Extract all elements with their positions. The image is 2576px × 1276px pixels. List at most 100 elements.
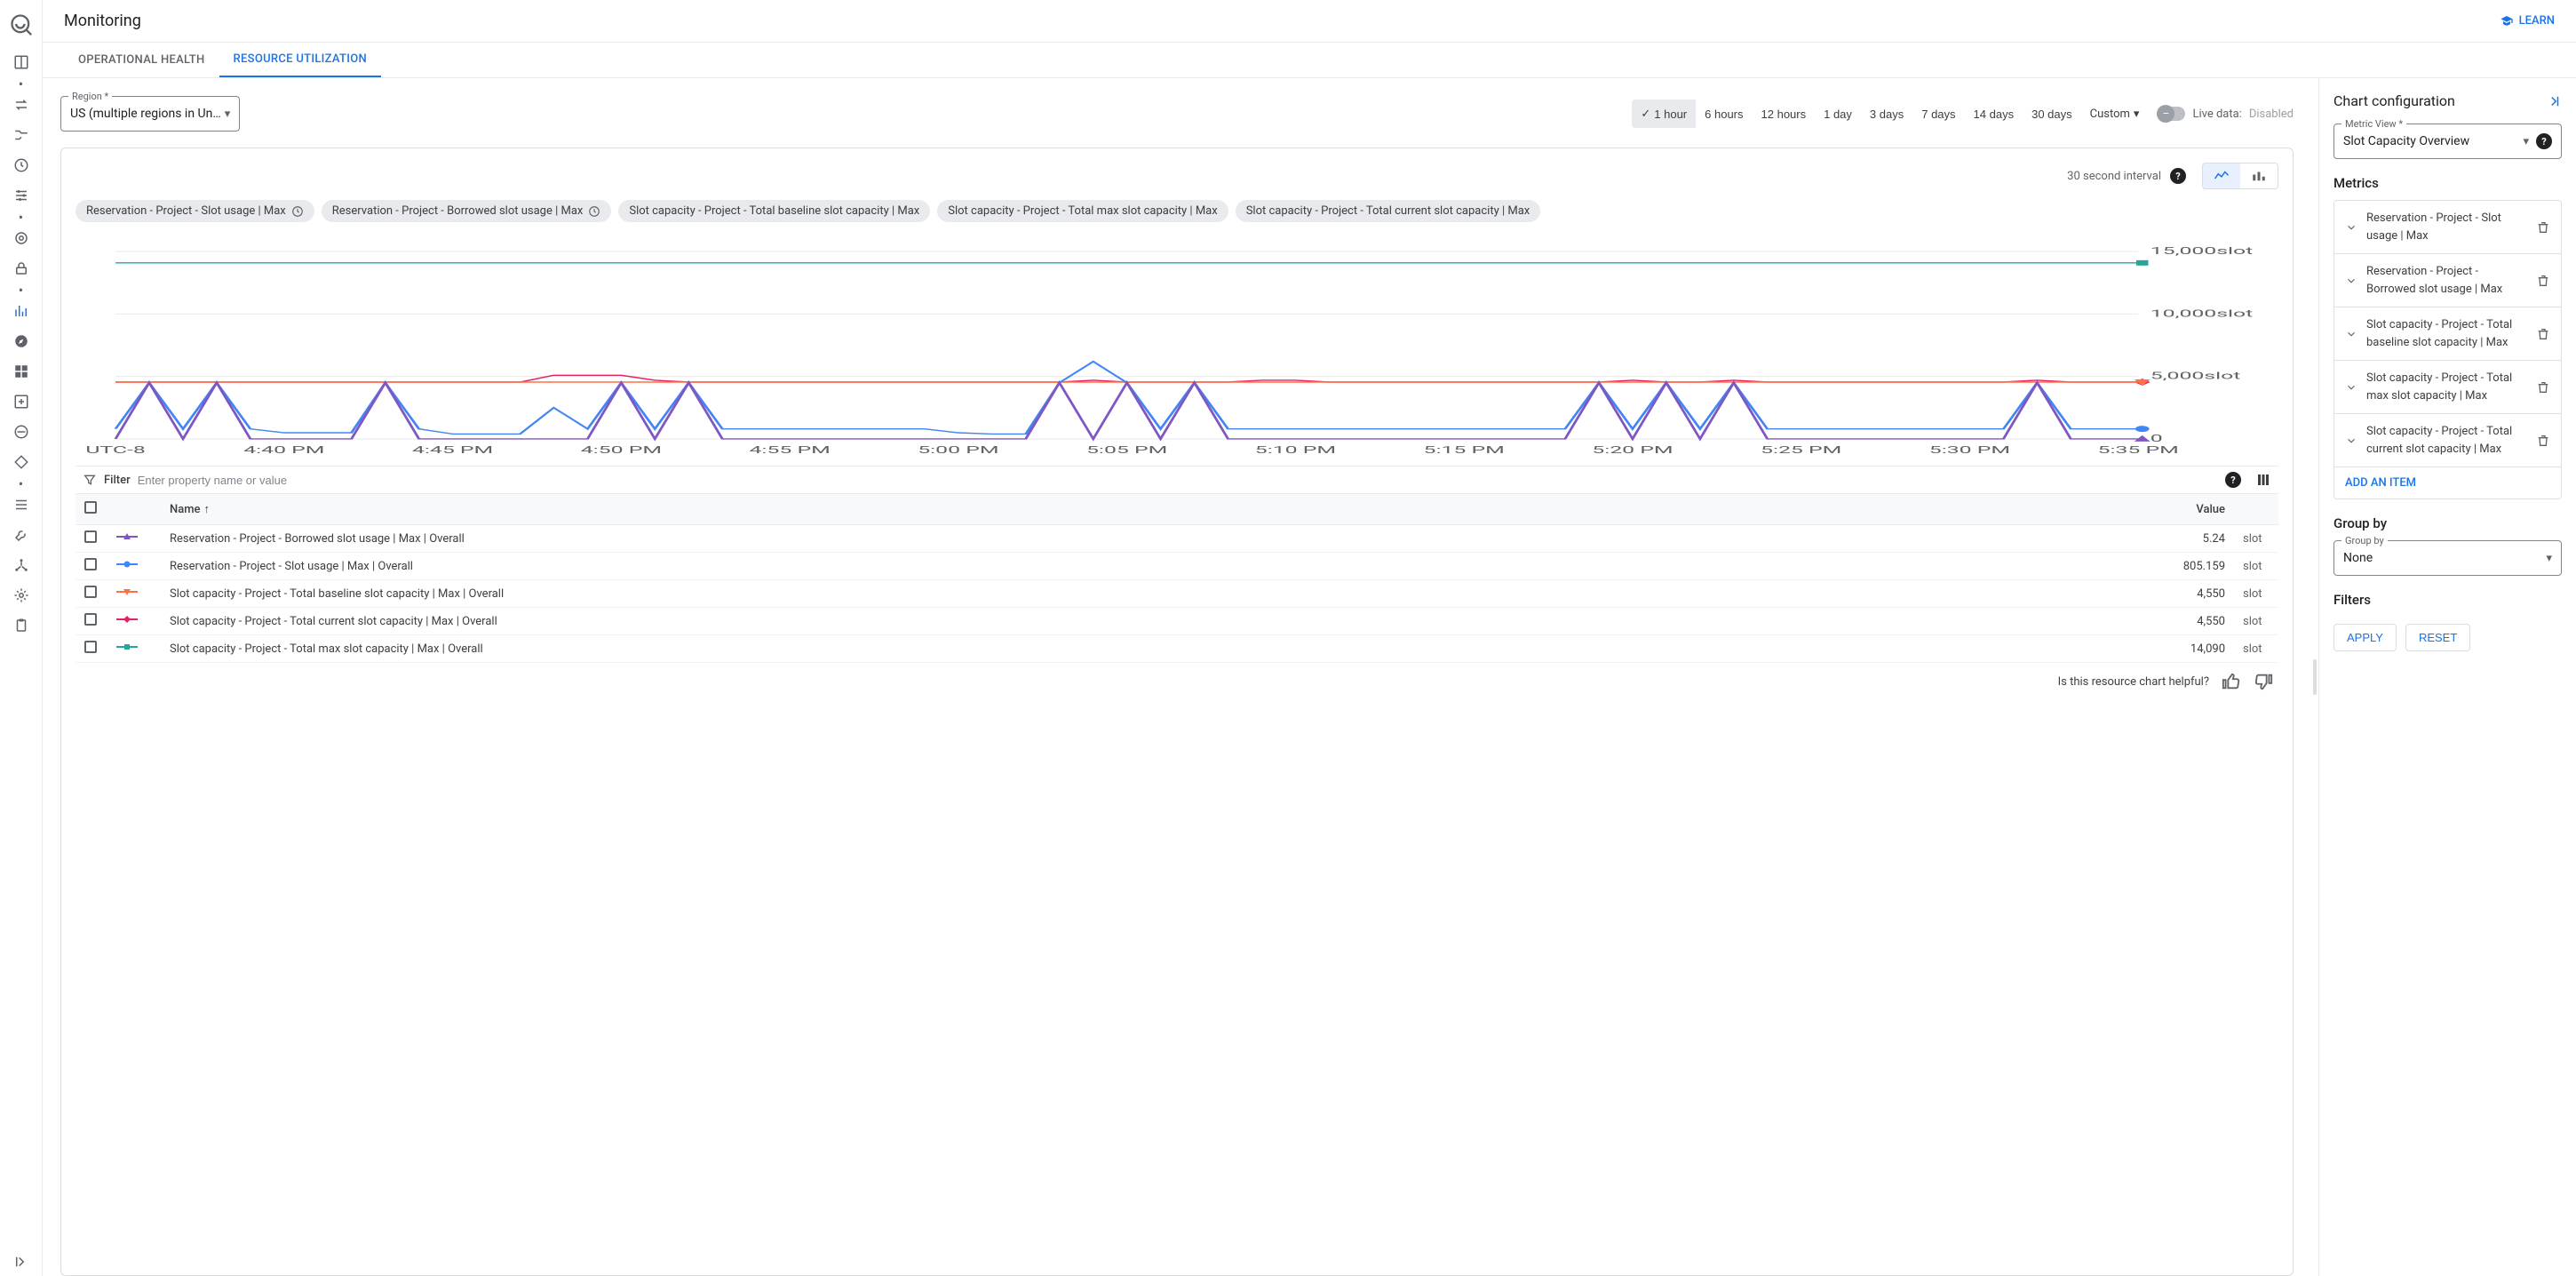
columns-icon[interactable] (2255, 472, 2271, 488)
svg-text:5:30 PM: 5:30 PM (1929, 444, 2010, 456)
nav-chip-icon[interactable] (11, 421, 32, 443)
nav-expand-icon[interactable] (11, 1251, 32, 1272)
learn-icon (2500, 14, 2514, 28)
page-title: Monitoring (64, 12, 141, 30)
learn-button[interactable]: LEARN (2500, 14, 2555, 28)
chart-type-bar-icon[interactable] (2240, 163, 2278, 188)
time-range-button[interactable]: 7 days (1912, 100, 1964, 128)
nav-share-icon[interactable] (11, 554, 32, 576)
metric-name: Slot capacity - Project - Total current … (2366, 423, 2527, 458)
row-value: 4,550 (1933, 580, 2234, 608)
page-header: Monitoring LEARN (43, 0, 2576, 43)
expand-icon[interactable] (2345, 328, 2357, 340)
row-checkbox[interactable] (84, 530, 97, 543)
nav-separator: • (19, 78, 23, 89)
row-checkbox[interactable] (84, 558, 97, 570)
row-checkbox[interactable] (84, 613, 97, 626)
nav-tune-icon[interactable] (11, 185, 32, 206)
metric-item: Reservation - Project - Borrowed slot us… (2334, 254, 2561, 307)
time-range-button[interactable]: 3 days (1861, 100, 1912, 128)
thumbs-up-icon[interactable] (2222, 672, 2241, 691)
tab-resource-utilization[interactable]: RESOURCE UTILIZATION (219, 43, 381, 77)
group-by-select[interactable]: Group by None ▾ (2334, 540, 2562, 576)
metric-chip[interactable]: Slot capacity - Project - Total baseline… (618, 200, 930, 222)
trash-icon[interactable] (2536, 327, 2550, 341)
nav-pipeline-icon[interactable] (11, 124, 32, 146)
live-data-toggle[interactable]: – (2159, 107, 2185, 121)
nav-target-icon[interactable] (11, 227, 32, 249)
time-range-button[interactable]: 30 days (2023, 100, 2081, 128)
chart-type-line-icon[interactable] (2203, 163, 2240, 188)
nav-clipboard-icon[interactable] (11, 615, 32, 636)
trash-icon[interactable] (2536, 220, 2550, 235)
groupby-section-title: Group by (2334, 515, 2562, 531)
help-icon[interactable]: ? (2536, 133, 2552, 149)
nav-icon-1[interactable] (11, 52, 32, 73)
expand-icon[interactable] (2345, 381, 2357, 394)
metric-chip[interactable]: Slot capacity - Project - Total current … (1236, 200, 1541, 222)
chart-card: 30 second interval ? Reservation - Proje… (60, 148, 2294, 1276)
nav-settings-icon[interactable] (11, 585, 32, 606)
expand-icon[interactable] (2345, 221, 2357, 234)
time-range-custom[interactable]: Custom ▾ (2081, 100, 2149, 128)
time-range-button[interactable]: 6 hours (1696, 100, 1752, 128)
live-data-label: Live data: (2192, 108, 2241, 121)
apply-button[interactable]: APPLY (2334, 624, 2397, 651)
svg-text:5:10 PM: 5:10 PM (1255, 444, 1336, 456)
expand-icon[interactable] (2345, 275, 2357, 287)
row-checkbox[interactable] (84, 641, 97, 653)
nav-diamond-icon[interactable] (11, 451, 32, 473)
metric-item: Slot capacity - Project - Total max slot… (2334, 361, 2561, 414)
svg-text:4:45 PM: 4:45 PM (412, 444, 493, 456)
nav-wrench-icon[interactable] (11, 524, 32, 546)
legend-marker-icon (116, 531, 138, 542)
svg-text:4:40 PM: 4:40 PM (243, 444, 324, 456)
filter-input[interactable] (138, 474, 2218, 487)
svg-text:UTC-8: UTC-8 (85, 444, 145, 456)
nav-transfer-icon[interactable] (11, 94, 32, 116)
metric-view-select[interactable]: Metric View * Slot Capacity Overview ▾ ? (2334, 124, 2562, 159)
nav-add-icon[interactable] (11, 391, 32, 412)
svg-text:0: 0 (2151, 433, 2163, 444)
nav-dashboard-icon[interactable] (11, 361, 32, 382)
time-range-button[interactable]: 12 hours (1753, 100, 1816, 128)
table-row: Reservation - Project - Borrowed slot us… (76, 525, 2278, 553)
help-icon[interactable]: ? (2225, 472, 2241, 488)
svg-text:4:55 PM: 4:55 PM (750, 444, 831, 456)
time-range-button[interactable]: ✓1 hour (1632, 100, 1696, 128)
line-chart: 05,000slot10,000slot15,000slotUTC-84:40 … (76, 236, 2278, 459)
nav-separator: • (19, 211, 23, 222)
metric-chip[interactable]: Slot capacity - Project - Total max slot… (937, 200, 1228, 222)
row-unit: slot (2234, 635, 2278, 663)
trash-icon[interactable] (2536, 380, 2550, 395)
row-checkbox[interactable] (84, 586, 97, 598)
thumbs-down-icon[interactable] (2254, 672, 2273, 691)
trash-icon[interactable] (2536, 434, 2550, 448)
nav-lock-icon[interactable] (11, 258, 32, 279)
time-range-button[interactable]: 14 days (1965, 100, 2023, 128)
svg-text:5:20 PM: 5:20 PM (1592, 444, 1673, 456)
time-range-group: ✓1 hour6 hours12 hours1 day3 days7 days1… (1632, 100, 2080, 128)
select-all-checkbox[interactable] (84, 501, 97, 514)
col-value-header[interactable]: Value (1933, 494, 2234, 525)
nav-list-icon[interactable] (11, 494, 32, 515)
expand-icon[interactable] (2345, 435, 2357, 447)
nav-monitoring-icon[interactable] (11, 300, 32, 322)
collapse-panel-icon[interactable] (2546, 93, 2562, 109)
metric-chip[interactable]: Reservation - Project - Slot usage | Max (76, 200, 314, 222)
row-name: Slot capacity - Project - Total max slot… (161, 635, 1933, 663)
tab-operational-health[interactable]: OPERATIONAL HEALTH (64, 43, 219, 77)
metric-chip[interactable]: Reservation - Project - Borrowed slot us… (322, 200, 612, 222)
add-metric-link[interactable]: ADD AN ITEM (2334, 467, 2561, 498)
region-select[interactable]: Region * US (multiple regions in Un… ▾ (60, 96, 240, 132)
col-name-header[interactable]: Name↑ (161, 494, 1933, 525)
reset-button[interactable]: RESET (2405, 624, 2470, 651)
help-icon[interactable]: ? (2170, 168, 2186, 184)
toggle-off-icon: – (2157, 105, 2174, 123)
panel-splitter[interactable] (2311, 78, 2318, 1276)
nav-clock-icon[interactable] (11, 155, 32, 176)
trash-icon[interactable] (2536, 274, 2550, 288)
metrics-section-title: Metrics (2334, 175, 2562, 191)
time-range-button[interactable]: 1 day (1815, 100, 1861, 128)
nav-explore-icon[interactable] (11, 331, 32, 352)
